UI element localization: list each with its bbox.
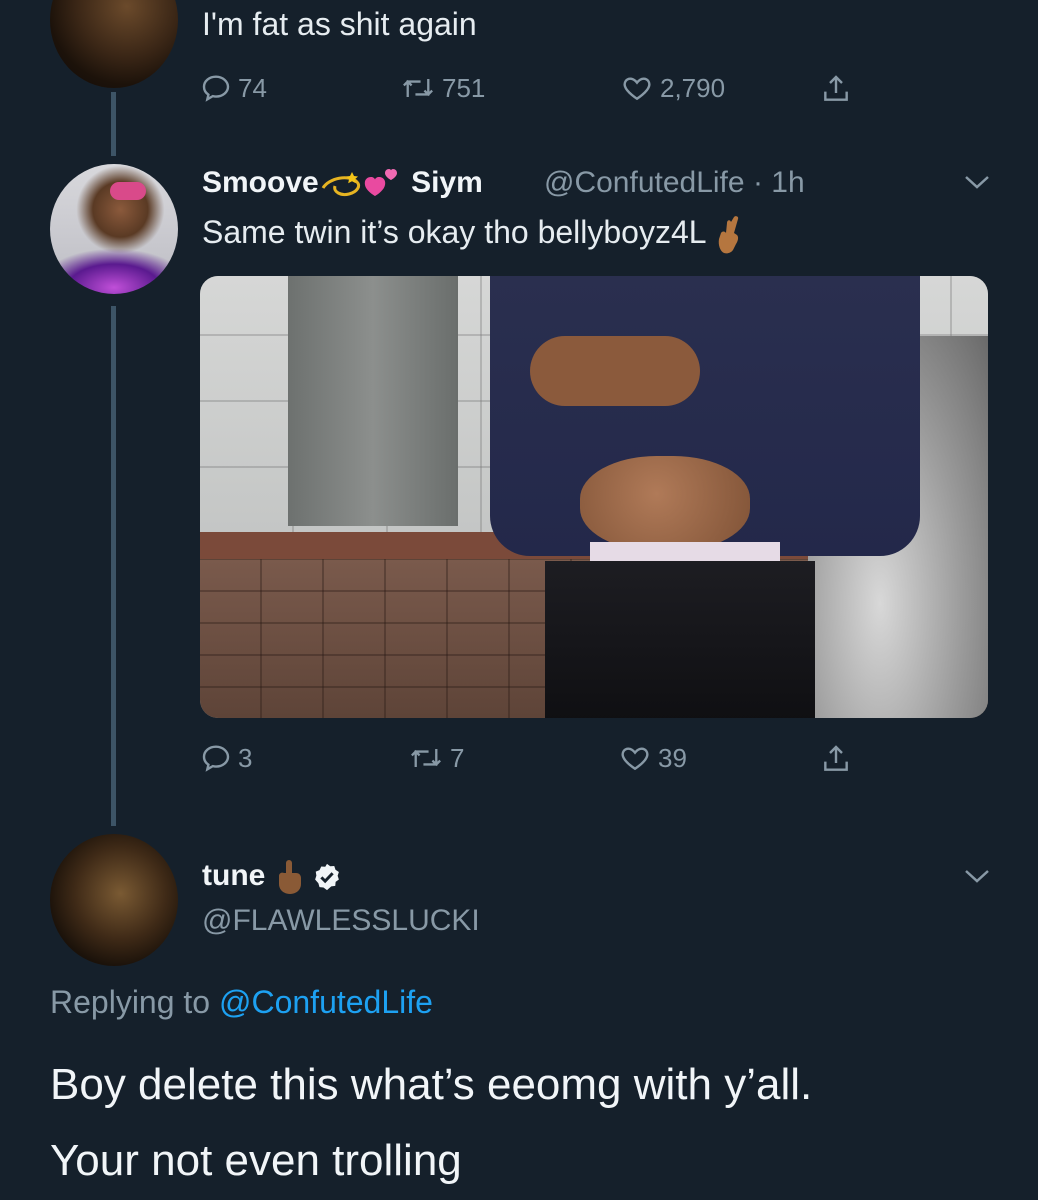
tweet-image[interactable] bbox=[200, 276, 988, 718]
reply-tweet-action-bar: 3 7 39 bbox=[200, 742, 860, 782]
display-name-part2: Siym bbox=[411, 166, 483, 199]
retweet-button[interactable]: 751 bbox=[400, 72, 485, 104]
like-count: 39 bbox=[658, 742, 687, 773]
reply-icon bbox=[202, 75, 230, 102]
thread-connector-line bbox=[111, 306, 116, 826]
replying-to-mention[interactable]: @ConfutedLife bbox=[219, 984, 433, 1020]
like-button[interactable]: 2,790 bbox=[620, 72, 725, 104]
main-tweet-text-line2: Your not even trolling bbox=[50, 1136, 462, 1185]
retweet-icon bbox=[403, 79, 433, 97]
share-button[interactable] bbox=[820, 72, 852, 106]
reply-icon bbox=[202, 745, 230, 772]
reply-tweet-time[interactable]: 1h bbox=[771, 166, 804, 199]
reply-tweet-author[interactable]: Smoove Siym bbox=[202, 166, 483, 202]
crossed-fingers-emoji-icon bbox=[719, 215, 739, 253]
retweet-count: 751 bbox=[442, 72, 486, 103]
reply-button[interactable]: 3 bbox=[200, 742, 252, 774]
tweet-thread: I'm fat as shit again 74 751 2,790 Smoov… bbox=[0, 0, 1038, 1200]
image-panel bbox=[288, 276, 458, 526]
image-jeans bbox=[545, 561, 815, 718]
image-person-arm bbox=[530, 336, 700, 406]
top-tweet-action-bar: 74 751 2,790 bbox=[200, 72, 860, 112]
thread-connector-line bbox=[111, 92, 116, 156]
reply-tweet-text-row: Same twin it’s okay tho bellyboyz4L bbox=[202, 214, 746, 255]
heart-icon bbox=[621, 747, 649, 771]
heart-icon bbox=[623, 77, 651, 101]
chevron-down-icon[interactable] bbox=[962, 172, 992, 192]
reply-tweet-text: Same twin it’s okay tho bellyboyz4L bbox=[202, 214, 706, 250]
replying-to-line: Replying to @ConfutedLife bbox=[50, 984, 433, 1021]
avatar-smoove[interactable] bbox=[50, 164, 178, 294]
middle-finger-emoji-icon bbox=[278, 860, 301, 894]
reply-count: 74 bbox=[238, 72, 267, 103]
main-tweet-text-line1: Boy delete this what’s eeomg with y’all. bbox=[50, 1060, 813, 1109]
dizzy-emoji-icon bbox=[321, 172, 360, 197]
avatar-tune-top[interactable] bbox=[50, 0, 178, 88]
chevron-down-icon[interactable] bbox=[962, 866, 992, 886]
meta-separator: · bbox=[752, 166, 763, 199]
share-icon bbox=[824, 745, 848, 771]
replying-to-prefix: Replying to bbox=[50, 984, 211, 1020]
display-name-part1: Smoove bbox=[202, 166, 319, 199]
retweet-button[interactable]: 7 bbox=[408, 742, 464, 774]
main-tweet-handle[interactable]: @FLAWLESSLUCKI bbox=[202, 904, 480, 938]
reply-tweet-meta: @ConfutedLife · 1h bbox=[544, 166, 805, 200]
retweet-count: 7 bbox=[450, 742, 465, 773]
top-tweet-text: I'm fat as shit again bbox=[202, 6, 477, 42]
reply-tweet-handle[interactable]: @ConfutedLife bbox=[544, 166, 745, 199]
like-button[interactable]: 39 bbox=[618, 742, 687, 774]
like-count: 2,790 bbox=[660, 72, 726, 103]
share-button[interactable] bbox=[820, 742, 852, 776]
main-tweet-author[interactable]: tune bbox=[202, 858, 342, 896]
avatar-tune[interactable] bbox=[50, 834, 178, 966]
main-tweet-display-name: tune bbox=[202, 858, 266, 892]
reply-button[interactable]: 74 bbox=[200, 72, 267, 104]
verified-badge-icon bbox=[315, 863, 339, 891]
image-person-belly bbox=[580, 456, 750, 551]
heart-with-ribbon-emoji-icon bbox=[364, 169, 397, 197]
avatar-detail bbox=[110, 182, 146, 200]
share-icon bbox=[824, 75, 848, 101]
retweet-icon bbox=[411, 749, 441, 767]
reply-count: 3 bbox=[238, 742, 253, 773]
